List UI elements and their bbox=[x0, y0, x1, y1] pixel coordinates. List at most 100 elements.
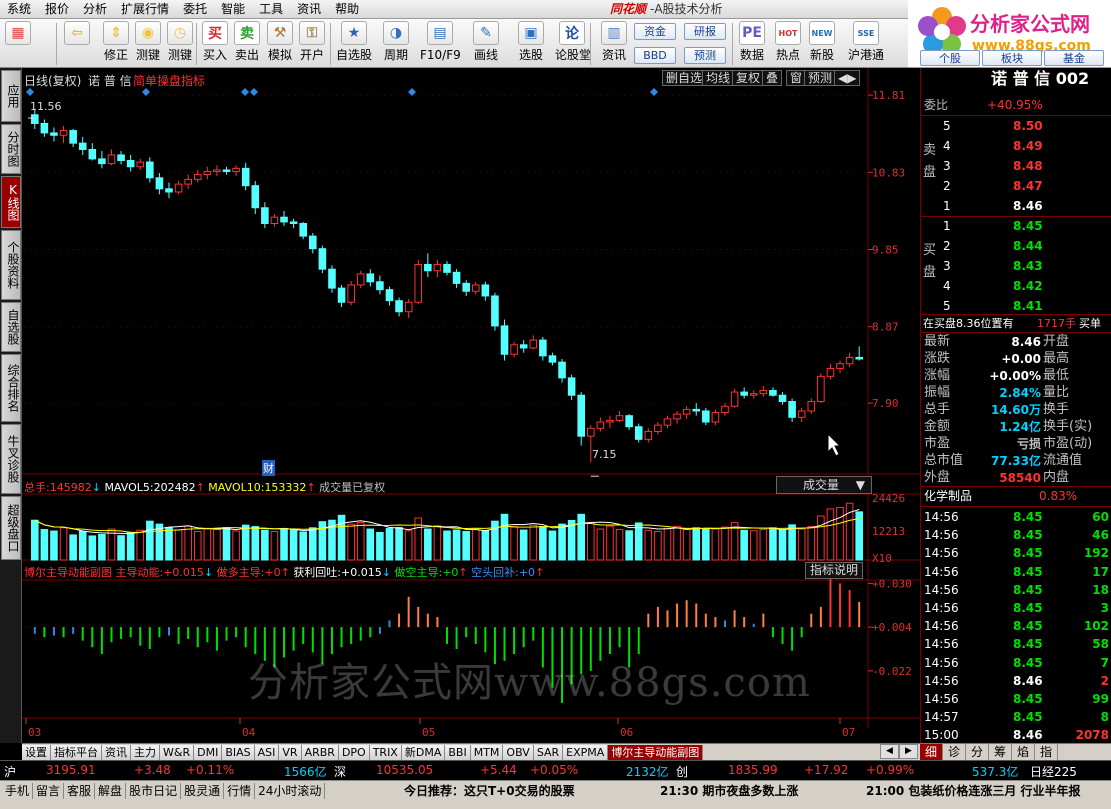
status-item-1[interactable]: 留言 bbox=[33, 783, 65, 799]
toolbar-select-button[interactable]: ▣ 选股 bbox=[514, 21, 548, 67]
nikkei-label[interactable]: 日经225 bbox=[1030, 763, 1077, 780]
indicator-tab-13[interactable]: BBI bbox=[445, 744, 471, 760]
status-item-2[interactable]: 客服 bbox=[64, 783, 96, 799]
buy-price[interactable]: 8.41 bbox=[1013, 297, 1043, 315]
toolbar-up-down-arrow-button[interactable]: ⇕ 修正 bbox=[102, 21, 130, 67]
indicator-tab-14[interactable]: MTM bbox=[470, 744, 504, 760]
buy-price[interactable]: 8.45 bbox=[1013, 217, 1043, 235]
left-tab-3[interactable]: 个股资料 bbox=[1, 230, 21, 300]
toolbar-sell-button[interactable]: 卖卖出 bbox=[233, 21, 261, 67]
toolbar-f10-button[interactable]: ▤ F10/F9 bbox=[420, 21, 461, 67]
indicator-explain-button[interactable]: 指标说明 bbox=[805, 562, 864, 579]
menu-2[interactable]: 分析 bbox=[76, 0, 114, 19]
detail-tab-3[interactable]: 筹 bbox=[989, 744, 1012, 760]
news-futures[interactable]: 21:30 期市夜盘多数上涨 bbox=[660, 783, 798, 799]
toolbar-pen-button[interactable]: ✎ 画线 bbox=[466, 21, 506, 67]
menu-1[interactable]: 报价 bbox=[38, 0, 76, 19]
chart-button-6[interactable]: ◀▶ bbox=[834, 70, 861, 86]
news-industry[interactable]: 21:00 包装纸价格连涨三月 行业半年报 bbox=[866, 783, 1081, 799]
left-tab-0[interactable]: 应用 bbox=[1, 70, 21, 122]
menu-3[interactable]: 扩展行情 bbox=[114, 0, 176, 19]
sell-price[interactable]: 8.46 bbox=[1013, 197, 1043, 215]
indicator-tab-17[interactable]: EXPMA bbox=[563, 744, 609, 760]
event-diamond-icon[interactable] bbox=[142, 88, 150, 96]
chart-button-4[interactable]: 窗 bbox=[786, 70, 807, 86]
menu-6[interactable]: 工具 bbox=[252, 0, 290, 19]
buy-price[interactable]: 8.43 bbox=[1013, 257, 1043, 275]
left-tab-7[interactable]: 超级盘口 bbox=[1, 496, 21, 560]
toolbar-period-button[interactable]: ◑ 周期 bbox=[379, 21, 413, 67]
toolbar-bbd-button[interactable]: BBD bbox=[634, 47, 676, 64]
sell-price[interactable]: 8.50 bbox=[1013, 117, 1043, 135]
toolbar-forecast-button[interactable]: 预测 bbox=[684, 47, 726, 64]
toolbar-grid-button[interactable]: ▦ bbox=[4, 21, 32, 67]
toolbar-hot-button[interactable]: HOT 热点 bbox=[774, 21, 802, 67]
indicator-tab-0[interactable]: 设置 bbox=[22, 744, 51, 760]
menu-4[interactable]: 委托 bbox=[176, 0, 214, 19]
indicator-tab-15[interactable]: OBV bbox=[503, 744, 534, 760]
sell-price[interactable]: 8.47 bbox=[1013, 177, 1043, 195]
toolbar-back-arrow-button[interactable]: ⇦ bbox=[60, 21, 94, 67]
finance-marker[interactable]: 财 bbox=[262, 460, 275, 476]
chart-button-3[interactable]: 叠 bbox=[762, 70, 783, 86]
indicator-tab-12[interactable]: 新DMA bbox=[401, 744, 446, 760]
buy-price[interactable]: 8.42 bbox=[1013, 277, 1043, 295]
tab-scroll-left-icon[interactable]: ◀ bbox=[880, 744, 899, 759]
indicator-tab-8[interactable]: VR bbox=[279, 744, 302, 760]
chart-indicator-name[interactable]: 简单操盘指标 bbox=[133, 72, 205, 89]
toolbar-star-button[interactable]: ★ 自选股 bbox=[334, 21, 374, 67]
chart-button-0[interactable]: 删自选 bbox=[662, 70, 707, 86]
sell-price[interactable]: 8.48 bbox=[1013, 157, 1043, 175]
event-diamond-icon[interactable] bbox=[26, 88, 34, 96]
sell-price[interactable]: 8.49 bbox=[1013, 137, 1043, 155]
left-tab-4[interactable]: 自选股 bbox=[1, 302, 21, 352]
toolbar-buy-button[interactable]: 买买入 bbox=[201, 21, 229, 67]
toolbar-clock-button[interactable]: ◷ 测键 bbox=[166, 21, 194, 67]
toolbar-hammer-button[interactable]: ⚒ 模拟 bbox=[266, 21, 294, 67]
indicator-tab-11[interactable]: TRIX bbox=[369, 744, 402, 760]
indicator-tab-5[interactable]: DMI bbox=[194, 744, 223, 760]
menu-0[interactable]: 系统 bbox=[0, 0, 38, 19]
sh-index[interactable]: 3195.91 bbox=[46, 763, 96, 777]
detail-tab-1[interactable]: 诊 bbox=[943, 744, 966, 760]
left-tab-2[interactable]: K线图 bbox=[1, 176, 21, 228]
news-recommend[interactable]: 今日推荐：这只T+0交易的股票 bbox=[404, 783, 575, 799]
indicator-tab-16[interactable]: SAR bbox=[533, 744, 564, 760]
cy-index[interactable]: 1835.99 bbox=[728, 763, 778, 777]
left-tab-6[interactable]: 牛叉诊股 bbox=[1, 424, 21, 494]
status-item-6[interactable]: 行情 bbox=[224, 783, 256, 799]
indicator-tab-18[interactable]: 博尔主导动能副图 bbox=[608, 744, 704, 760]
indicator-tab-10[interactable]: DPO bbox=[338, 744, 370, 760]
left-tab-1[interactable]: 分时图 bbox=[1, 124, 21, 174]
quote-type-tab-1[interactable]: 板块 bbox=[982, 50, 1042, 66]
indicator-tab-1[interactable]: 指标平台 bbox=[51, 744, 102, 760]
toolbar-hk-button[interactable]: SSE 沪港通 bbox=[846, 21, 886, 67]
left-tab-5[interactable]: 综合排名 bbox=[1, 354, 21, 422]
toolbar-new-button[interactable]: NEW 新股 bbox=[808, 21, 836, 67]
menu-8[interactable]: 帮助 bbox=[328, 0, 366, 19]
chart-button-2[interactable]: 复权 bbox=[732, 70, 765, 86]
chart-button-1[interactable]: 均线 bbox=[702, 70, 735, 86]
indicator-tab-2[interactable]: 资讯 bbox=[102, 744, 131, 760]
menu-7[interactable]: 资讯 bbox=[290, 0, 328, 19]
toolbar-lock-button[interactable]: ⚿ 开户 bbox=[298, 21, 326, 67]
toolbar-news-button[interactable]: ▥ 资讯 bbox=[600, 21, 628, 67]
status-item-3[interactable]: 解盘 bbox=[95, 783, 127, 799]
event-diamond-icon[interactable] bbox=[241, 88, 249, 96]
toolbar-fund-button[interactable]: 资金 bbox=[634, 23, 676, 40]
quote-stock-name[interactable]: 诺 普 信 002 bbox=[991, 70, 1089, 88]
quote-type-tab-0[interactable]: 个股 bbox=[920, 50, 980, 66]
detail-tab-4[interactable]: 焰 bbox=[1012, 744, 1035, 760]
chart-canvas[interactable]: 11.81 10.83 9.85 8.87 7.90 24426 12213 X10 +0.03… bbox=[22, 68, 920, 743]
detail-tab-5[interactable]: 指 bbox=[1035, 744, 1058, 760]
quote-type-tab-2[interactable]: 基金 bbox=[1044, 50, 1104, 66]
toolbar-research-button[interactable]: 研报 bbox=[684, 23, 726, 40]
toolbar-pe-button[interactable]: PE 数据 bbox=[738, 21, 766, 67]
menu-5[interactable]: 智能 bbox=[214, 0, 252, 19]
status-item-4[interactable]: 股市日记 bbox=[126, 783, 182, 799]
buy-price[interactable]: 8.44 bbox=[1013, 237, 1043, 255]
detail-tab-0[interactable]: 细 bbox=[920, 744, 943, 760]
tab-scroll-right-icon[interactable]: ▶ bbox=[899, 744, 918, 759]
status-item-7[interactable]: 24小时滚动 bbox=[255, 783, 326, 799]
sz-index[interactable]: 10535.05 bbox=[376, 763, 433, 777]
